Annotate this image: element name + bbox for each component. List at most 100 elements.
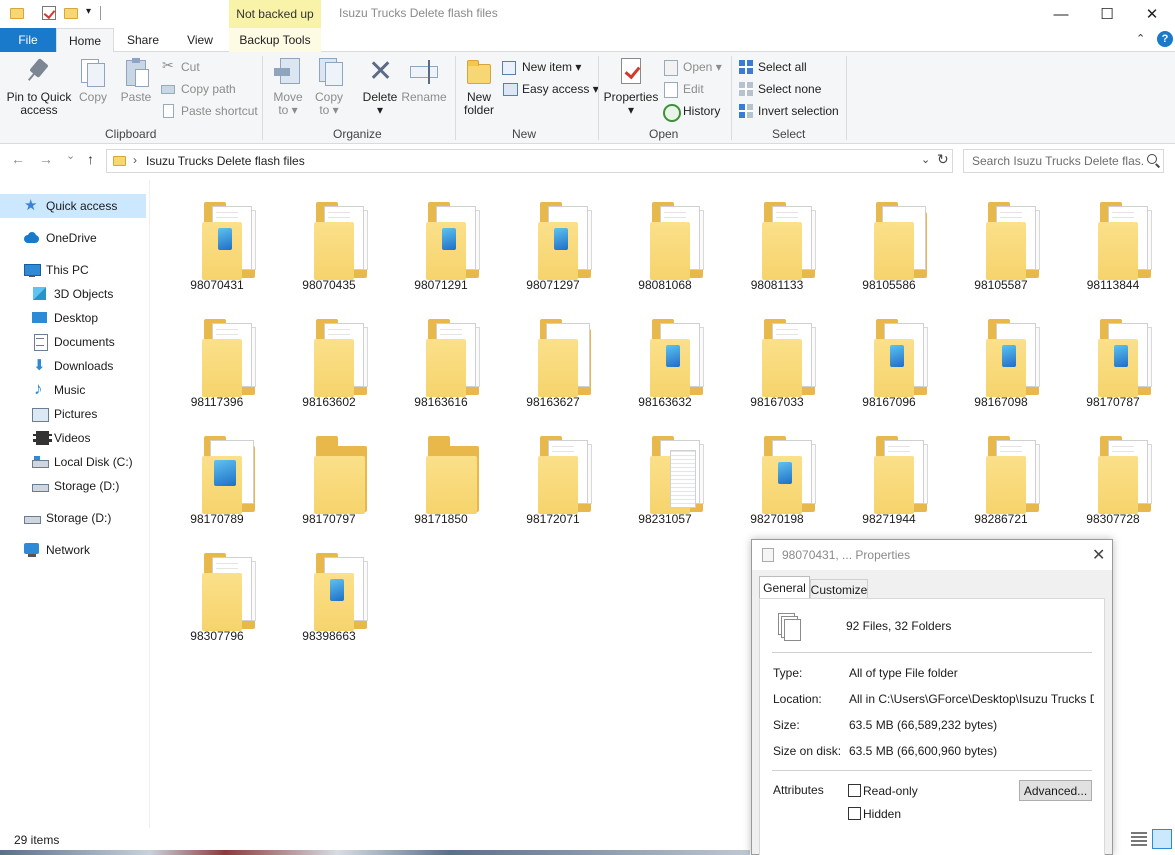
customize-qat-chevron-icon[interactable]: ▾ [86,6,91,24]
read-only-checkbox[interactable] [848,784,861,797]
open-button[interactable]: Open ▾ [663,57,722,77]
folder-item[interactable]: 98163632 [617,303,713,415]
breadcrumb-separator[interactable]: › [133,153,137,167]
advanced-button[interactable]: Advanced... [1019,780,1092,801]
properties-qat-icon[interactable] [42,6,56,20]
forward-button[interactable]: → [39,151,53,167]
new-folder-qat-icon[interactable] [64,8,78,19]
easy-access-button[interactable]: Easy access ▾ [502,79,599,99]
address-dropdown-chevron-icon[interactable]: ⌄ [921,153,930,166]
folder-item[interactable]: 98167098 [953,303,1049,415]
close-button[interactable]: ✕ [1129,0,1175,28]
folder-item[interactable]: 98105587 [953,186,1049,298]
nav-item-this-pc[interactable]: This PC [24,258,89,282]
help-icon[interactable]: ? [1157,31,1173,47]
nav-item-music[interactable]: Music [32,378,85,402]
hidden-checkbox[interactable] [848,807,861,820]
new-folder-button[interactable]: New folder [460,56,498,117]
nav-item-pictures[interactable]: Pictures [32,402,97,426]
nav-item-network[interactable]: Network [24,538,90,562]
search-input[interactable] [964,150,1144,172]
nav-item-documents[interactable]: Documents [32,330,115,354]
nav-item-label: Storage (D:) [46,511,112,525]
rename-button[interactable]: Rename [401,56,447,104]
folder-item[interactable]: 98170787 [1065,303,1161,415]
tab-share[interactable]: Share [116,28,170,52]
up-button[interactable]: ↑ [87,151,94,167]
folder-item[interactable]: 98105586 [841,186,937,298]
copy-path-button[interactable]: Copy path [161,79,236,99]
copy-button[interactable]: Copy [76,56,110,104]
nav-item-quick-access[interactable]: Quick access [0,194,146,218]
folder-item[interactable]: 98307796 [169,537,265,649]
group-divider [731,56,732,140]
tab-customize[interactable]: Customize [810,579,868,600]
nav-item-desktop[interactable]: Desktop [32,306,98,330]
folder-item[interactable]: 98167096 [841,303,937,415]
folder-item[interactable]: 98163602 [281,303,377,415]
folder-item[interactable]: 98070435 [281,186,377,298]
collapse-ribbon-icon[interactable]: ⌃ [1136,32,1145,45]
folder-item[interactable]: 98398663 [281,537,377,649]
nav-item-storage-d-root[interactable]: Storage (D:) [24,506,111,530]
minimize-button[interactable]: — [1038,0,1084,28]
folder-item[interactable]: 98070431 [169,186,265,298]
divider [772,652,1092,653]
pin-to-quick-access-button[interactable]: Pin to Quick access [6,56,72,117]
folder-item[interactable]: 98307728 [1065,420,1161,532]
invert-selection-button[interactable]: Invert selection [738,101,839,121]
folder-item[interactable]: 98170797 [281,420,377,532]
folder-item[interactable]: 98071297 [505,186,601,298]
paste-button[interactable]: Paste [118,56,154,104]
folder-item[interactable]: 98163616 [393,303,489,415]
nav-item-downloads[interactable]: Downloads [32,354,113,378]
folder-item[interactable]: 98270198 [729,420,825,532]
new-item-button[interactable]: New item ▾ [502,57,581,77]
tab-home[interactable]: Home [56,28,114,53]
tab-file[interactable]: File [0,28,56,52]
select-all-button[interactable]: Select all [738,57,807,77]
nav-item-videos[interactable]: Videos [32,426,90,450]
dialog-close-button[interactable]: ✕ [1092,545,1105,565]
pictures-icon [32,406,49,422]
folder-item[interactable]: 98113844 [1065,186,1161,298]
folder-item[interactable]: 98081068 [617,186,713,298]
folder-item[interactable]: 98071291 [393,186,489,298]
breadcrumb-current-folder[interactable]: Isuzu Trucks Delete flash files [146,154,305,168]
copy-to-button[interactable]: Copy to ▾ [311,56,347,117]
address-bar[interactable]: › Isuzu Trucks Delete flash files ⌄ ↻ [106,149,953,173]
edit-button[interactable]: Edit [663,79,704,99]
history-button[interactable]: History [663,101,720,122]
folder-item[interactable]: 98167033 [729,303,825,415]
recent-locations-chevron-icon[interactable]: ⌄ [66,149,75,162]
back-button[interactable]: ← [11,151,25,167]
paste-shortcut-button[interactable]: Paste shortcut [161,101,258,121]
search-box[interactable] [963,149,1164,173]
nav-item-3d-objects[interactable]: 3D Objects [32,282,113,306]
properties-button[interactable]: Properties ▾ [603,56,659,117]
nav-item-storage-d[interactable]: Storage (D:) [32,474,119,498]
folder-item[interactable]: 98172071 [505,420,601,532]
folder-item[interactable]: 98231057 [617,420,713,532]
details-view-icon[interactable] [1131,832,1147,846]
tab-backup-tools[interactable]: Backup Tools [229,28,321,52]
folder-item[interactable]: 98117396 [169,303,265,415]
nav-item-onedrive[interactable]: OneDrive [24,226,97,250]
maximize-button[interactable]: ☐ [1084,0,1130,28]
search-icon[interactable] [1147,154,1157,164]
nav-item-local-disk-c[interactable]: Local Disk (C:) [32,450,133,474]
folder-item[interactable]: 98170789 [169,420,265,532]
folder-item[interactable]: 98163627 [505,303,601,415]
tab-general[interactable]: General [759,576,810,599]
folder-item[interactable]: 98271944 [841,420,937,532]
folder-item[interactable]: 98286721 [953,420,1049,532]
folder-item[interactable]: 98171850 [393,420,489,532]
select-none-button[interactable]: Select none [738,79,821,99]
move-to-button[interactable]: Move to ▾ [269,56,307,117]
delete-button[interactable]: ✕ Delete ▾ [361,56,399,117]
cut-button[interactable]: Cut [161,57,200,77]
folder-item[interactable]: 98081133 [729,186,825,298]
tab-view[interactable]: View [172,28,228,52]
refresh-icon[interactable]: ↻ [937,151,949,168]
large-icons-view-icon[interactable] [1152,829,1172,849]
